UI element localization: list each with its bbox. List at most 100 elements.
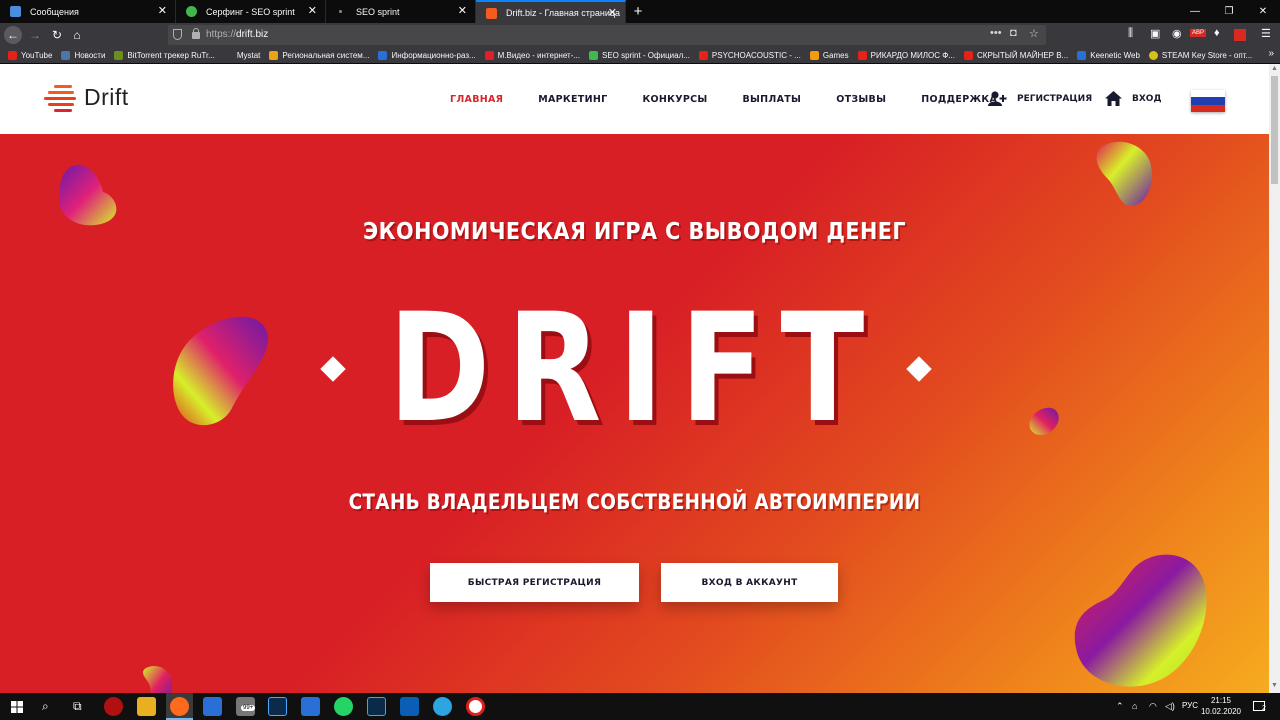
outlook-icon[interactable] [400, 697, 419, 716]
tab-drift[interactable]: Drift.biz - Главная страница ✕ [476, 0, 626, 23]
tray-chevron-icon[interactable]: ⌃ [1116, 701, 1124, 712]
telegram-icon[interactable] [433, 697, 452, 716]
task-view-icon[interactable]: ⧉ [73, 699, 82, 714]
whatsapp-icon[interactable] [334, 697, 353, 716]
bookmark-item[interactable]: Keenetic Web [1077, 50, 1140, 60]
store-icon[interactable] [203, 697, 222, 716]
maximize-icon[interactable]: ❐ [1212, 0, 1246, 23]
pocket-icon[interactable]: ◘ [1010, 27, 1017, 39]
windows-start-icon[interactable] [11, 701, 23, 713]
close-icon[interactable]: ✕ [608, 6, 617, 19]
page-scrollbar[interactable]: ▲ ▼ [1269, 64, 1280, 693]
menu-item-contests[interactable]: КОНКУРСЫ [642, 94, 707, 105]
new-tab-button[interactable]: + [626, 0, 650, 23]
shield-icon[interactable] [173, 29, 182, 40]
firefox-icon[interactable] [170, 697, 189, 716]
scroll-up-icon[interactable]: ▲ [1271, 65, 1278, 72]
tab-seo-sprint[interactable]: SEO sprint ✕ [326, 0, 476, 23]
bookmark-item[interactable]: BitTorrent трекер RuTr... [114, 50, 215, 60]
account-icon[interactable]: ◉ [1172, 27, 1182, 40]
bookmark-item[interactable]: SEO sprint - Официал... [589, 50, 690, 60]
note-app-icon[interactable] [301, 697, 320, 716]
bookmark-item[interactable]: Новости [61, 50, 105, 60]
close-icon[interactable]: ✕ [308, 4, 317, 17]
url-text[interactable]: https://drift.biz [206, 29, 268, 40]
badge-count: 99+ [241, 705, 256, 711]
bookmarks-bar: YouTube Новости BitTorrent трекер RuTr..… [0, 47, 1280, 64]
bookmark-star-icon[interactable]: ☆ [1029, 27, 1039, 40]
close-window-icon[interactable]: ✕ [1246, 0, 1280, 23]
photoshop-icon[interactable] [367, 697, 386, 716]
russian-flag-icon[interactable] [1191, 90, 1225, 112]
forward-icon[interactable]: → [26, 26, 44, 44]
bookmark-item[interactable]: Games [809, 50, 849, 60]
menu-item-home[interactable]: ГЛАВНАЯ [450, 94, 503, 105]
bookmark-icon [269, 50, 279, 60]
keenetic-icon [1077, 50, 1087, 60]
login-label: ВХОД [1132, 93, 1162, 104]
bookmark-item[interactable]: Информационно-раз... [378, 50, 476, 60]
hero-title: DRIFT [388, 282, 881, 456]
adblock-icon[interactable]: ABP [1190, 29, 1207, 37]
tab-favicon-icon [186, 6, 197, 17]
menu-item-support[interactable]: ПОДДЕРЖКА [921, 94, 997, 105]
scroll-down-icon[interactable]: ▼ [1271, 682, 1278, 689]
search-icon[interactable]: ⌕ [42, 699, 49, 714]
close-icon[interactable]: ✕ [458, 4, 467, 17]
volume-icon[interactable]: ◁) [1165, 701, 1175, 712]
minimize-icon[interactable]: — [1178, 0, 1212, 23]
bookmark-item[interactable]: СКРЫТЫЙ МАЙНЕР В... [964, 50, 1068, 60]
gradient-blob [142, 666, 172, 693]
browser-tab-bar: Сообщения ✕ Серфинг - SEO sprint ✕ SEO s… [0, 0, 1280, 23]
bookmark-item[interactable]: PSYCHOACOUSTIC - ... [698, 50, 801, 60]
taskbar-clock[interactable]: 21:15 10.02.2020 [1198, 695, 1244, 717]
clock-date: 10.02.2020 [1200, 707, 1242, 716]
tab-title: Drift.biz - Главная страница [506, 7, 621, 18]
yandex-browser-icon[interactable] [466, 697, 485, 716]
site-logo[interactable]: Drift [44, 81, 129, 113]
login-link[interactable]: ВХОД [1105, 91, 1161, 106]
hero-eyebrow: ЭКОНОМИЧЕСКАЯ ИГРА С ВЫВОДОМ ДЕНЕГ [363, 219, 906, 245]
register-link[interactable]: РЕГИСТРАЦИЯ [988, 91, 1092, 106]
wifi-icon[interactable]: ◠ [1149, 701, 1157, 712]
rutracker-icon [114, 50, 124, 60]
menu-icon[interactable]: ☰ [1261, 27, 1271, 40]
scrollbar-thumb[interactable] [1271, 76, 1278, 184]
tab-title: SEO sprint [356, 6, 400, 17]
network-icon[interactable]: ⌂ [1132, 701, 1137, 711]
bookmark-item[interactable]: РИКАРДО МИЛОС Ф... [857, 50, 955, 60]
games-icon [809, 50, 819, 60]
bookmark-item[interactable]: Региональная систем... [269, 50, 369, 60]
bookmark-item[interactable]: STEAM Key Store - опт... [1148, 50, 1252, 60]
page-actions-icon[interactable]: ••• [990, 27, 1002, 39]
tab-messages[interactable]: Сообщения ✕ [0, 0, 176, 23]
chevron-more-icon[interactable]: » [1268, 48, 1274, 59]
extension-icon[interactable]: ♦ [1214, 27, 1220, 39]
account-login-button[interactable]: ВХОД В АККАУНТ [661, 563, 838, 602]
extension-red-icon[interactable] [1234, 29, 1246, 41]
input-language[interactable]: РУС [1182, 701, 1198, 710]
lock-icon[interactable] [192, 28, 200, 39]
library-icon[interactable]: ⫼ [1128, 27, 1133, 40]
hero-section: ЭКОНОМИЧЕСКАЯ ИГРА С ВЫВОДОМ ДЕНЕГ DRIFT… [0, 134, 1269, 693]
file-explorer-icon[interactable] [137, 697, 156, 716]
bookmark-item[interactable]: М.Видео - интернет-... [484, 50, 580, 60]
menu-item-reviews[interactable]: ОТЗЫВЫ [836, 94, 886, 105]
address-bar[interactable]: https://drift.biz ••• ◘ ☆ [168, 25, 1046, 45]
reload-icon[interactable]: ↻ [48, 26, 66, 44]
game-app-icon[interactable] [104, 697, 123, 716]
youtube-icon [698, 50, 708, 60]
hero-subtitle: СТАНЬ ВЛАДЕЛЬЦЕМ СОБСТВЕННОЙ АВТОИМПЕРИИ [348, 490, 921, 514]
tab-surfing[interactable]: Серфинг - SEO sprint ✕ [176, 0, 326, 23]
menu-item-payouts[interactable]: ВЫПЛАТЫ [743, 94, 802, 105]
sidebar-icon[interactable]: ▣ [1150, 27, 1160, 40]
bookmark-item[interactable]: Mystat [223, 50, 260, 60]
vpn-app-icon[interactable] [268, 697, 287, 716]
home-icon[interactable]: ⌂ [68, 26, 86, 44]
back-icon[interactable]: ← [4, 26, 22, 44]
close-icon[interactable]: ✕ [158, 4, 167, 17]
quick-register-button[interactable]: БЫСТРАЯ РЕГИСТРАЦИЯ [430, 563, 639, 602]
menu-item-marketing[interactable]: МАРКЕТИНГ [538, 94, 607, 105]
youtube-icon [964, 50, 973, 60]
bookmark-item[interactable]: YouTube [8, 50, 52, 60]
